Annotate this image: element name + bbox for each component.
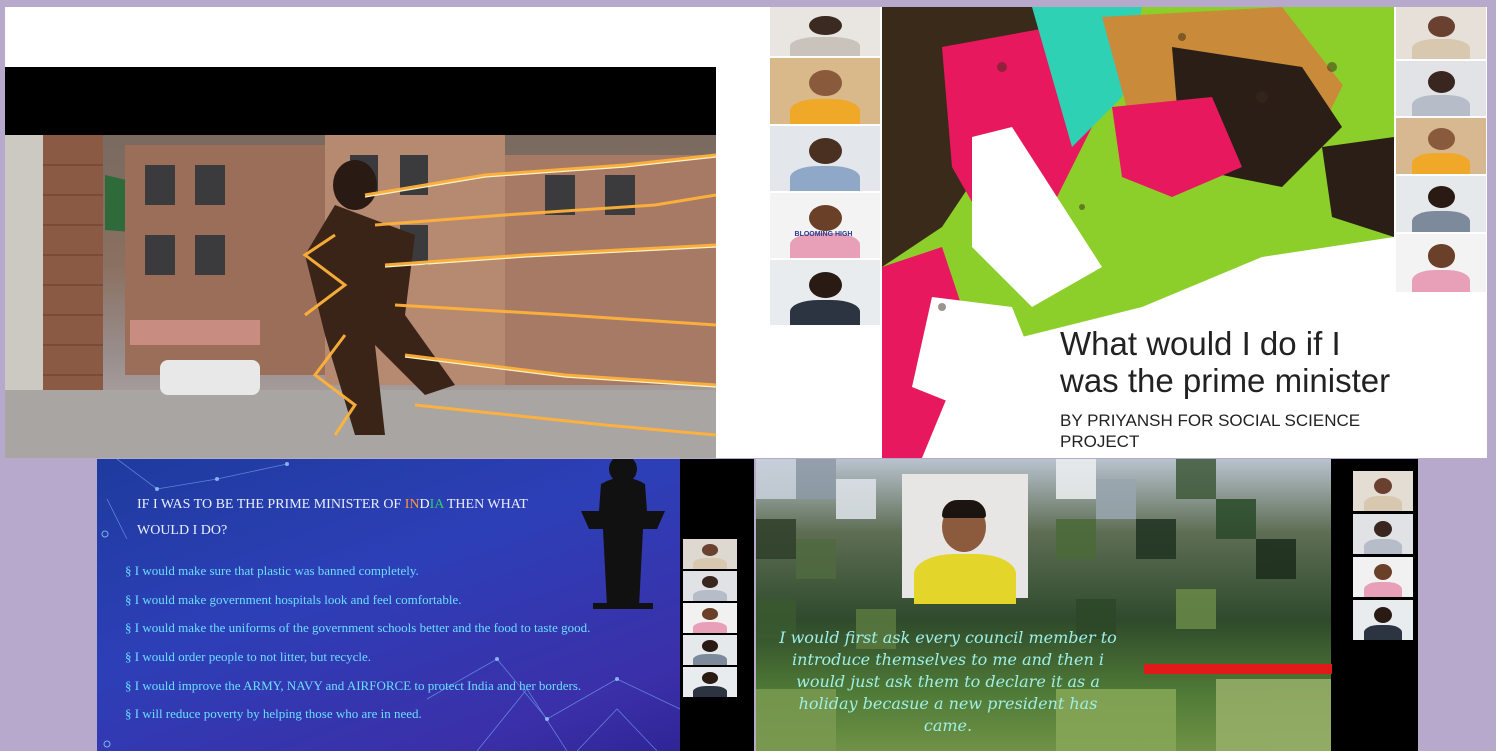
video-frame[interactable] bbox=[5, 135, 717, 458]
bullet-list: § I would make sure that plastic was ban… bbox=[125, 557, 590, 729]
participant-tile[interactable] bbox=[770, 126, 880, 191]
video-letterbox bbox=[5, 67, 716, 135]
slide-subtitle: BY PRIYANSH FOR SOCIAL SCIENCE PROJECT bbox=[1060, 411, 1361, 451]
list-slide-panel[interactable]: IF I WAS TO BE THE PRIME MINISTER OF IND… bbox=[97, 459, 754, 751]
heading-country: INDIA bbox=[404, 497, 444, 512]
video-frame[interactable]: I would first ask every council member t… bbox=[756, 459, 1332, 751]
tile-logo-text: BLOOMING HIGH bbox=[794, 231, 853, 238]
participant-tile[interactable] bbox=[1396, 234, 1486, 292]
slide-title: What would I do if I was the prime minis… bbox=[1060, 325, 1394, 399]
participant-tile[interactable] bbox=[770, 260, 880, 325]
participant-tile[interactable] bbox=[1353, 557, 1413, 597]
slide-title-line-1: What would I do if I bbox=[1060, 325, 1341, 362]
slide-title-line-2: was the prime minister bbox=[1060, 362, 1391, 399]
list-item: § I would make sure that plastic was ban… bbox=[125, 563, 419, 578]
participant-tile[interactable] bbox=[683, 667, 737, 697]
list-item: § I would make the uniforms of the gover… bbox=[125, 620, 591, 636]
participant-tile[interactable] bbox=[1353, 600, 1413, 640]
participant-tile[interactable] bbox=[1353, 471, 1413, 511]
list-item: § I would improve the ARMY, NAVY and AIR… bbox=[125, 677, 582, 693]
participant-strip-right bbox=[1394, 7, 1487, 458]
participant-tile[interactable] bbox=[683, 571, 737, 601]
slide-heading: IF I WAS TO BE THE PRIME MINISTER OF IND… bbox=[137, 492, 577, 544]
participant-tile[interactable] bbox=[1396, 7, 1486, 59]
red-bar bbox=[1144, 664, 1332, 674]
participant-tile[interactable] bbox=[683, 603, 737, 633]
participant-tile[interactable] bbox=[683, 539, 737, 569]
participant-strip-left: BLOOMING HIGH bbox=[768, 7, 882, 458]
participant-tile[interactable]: BLOOMING HIGH bbox=[770, 193, 880, 258]
participant-strip bbox=[680, 459, 754, 751]
participant-tile[interactable] bbox=[1396, 61, 1486, 116]
participant-tile[interactable] bbox=[770, 7, 880, 56]
participant-tile[interactable] bbox=[683, 635, 737, 665]
podium-icon bbox=[581, 459, 665, 609]
presentation-caption: I would first ask every council member t… bbox=[779, 628, 1117, 735]
presenter-video[interactable] bbox=[902, 474, 1028, 604]
title-slide-panel[interactable]: BLOOMING HIGH What would I do if I was t… bbox=[768, 7, 1487, 458]
participant-tile[interactable] bbox=[1396, 118, 1486, 174]
title-slide: What would I do if I was the prime minis… bbox=[882, 7, 1394, 458]
speedster-scene bbox=[5, 135, 717, 458]
participant-strip bbox=[1339, 459, 1418, 751]
video-panel[interactable] bbox=[5, 7, 768, 458]
participant-tile[interactable] bbox=[1353, 514, 1413, 554]
list-item: § I would make government hospitals look… bbox=[125, 591, 462, 607]
participant-tile[interactable] bbox=[770, 58, 880, 124]
presenter-video-panel[interactable]: I would first ask every council member t… bbox=[756, 459, 1418, 751]
list-item: § I would order people to not litter, bu… bbox=[125, 649, 372, 665]
list-item: § I will reduce poverty by helping those… bbox=[125, 706, 422, 722]
participant-tile[interactable] bbox=[1396, 176, 1486, 232]
heading-text: IF I WAS TO BE THE PRIME MINISTER OF bbox=[137, 497, 405, 512]
